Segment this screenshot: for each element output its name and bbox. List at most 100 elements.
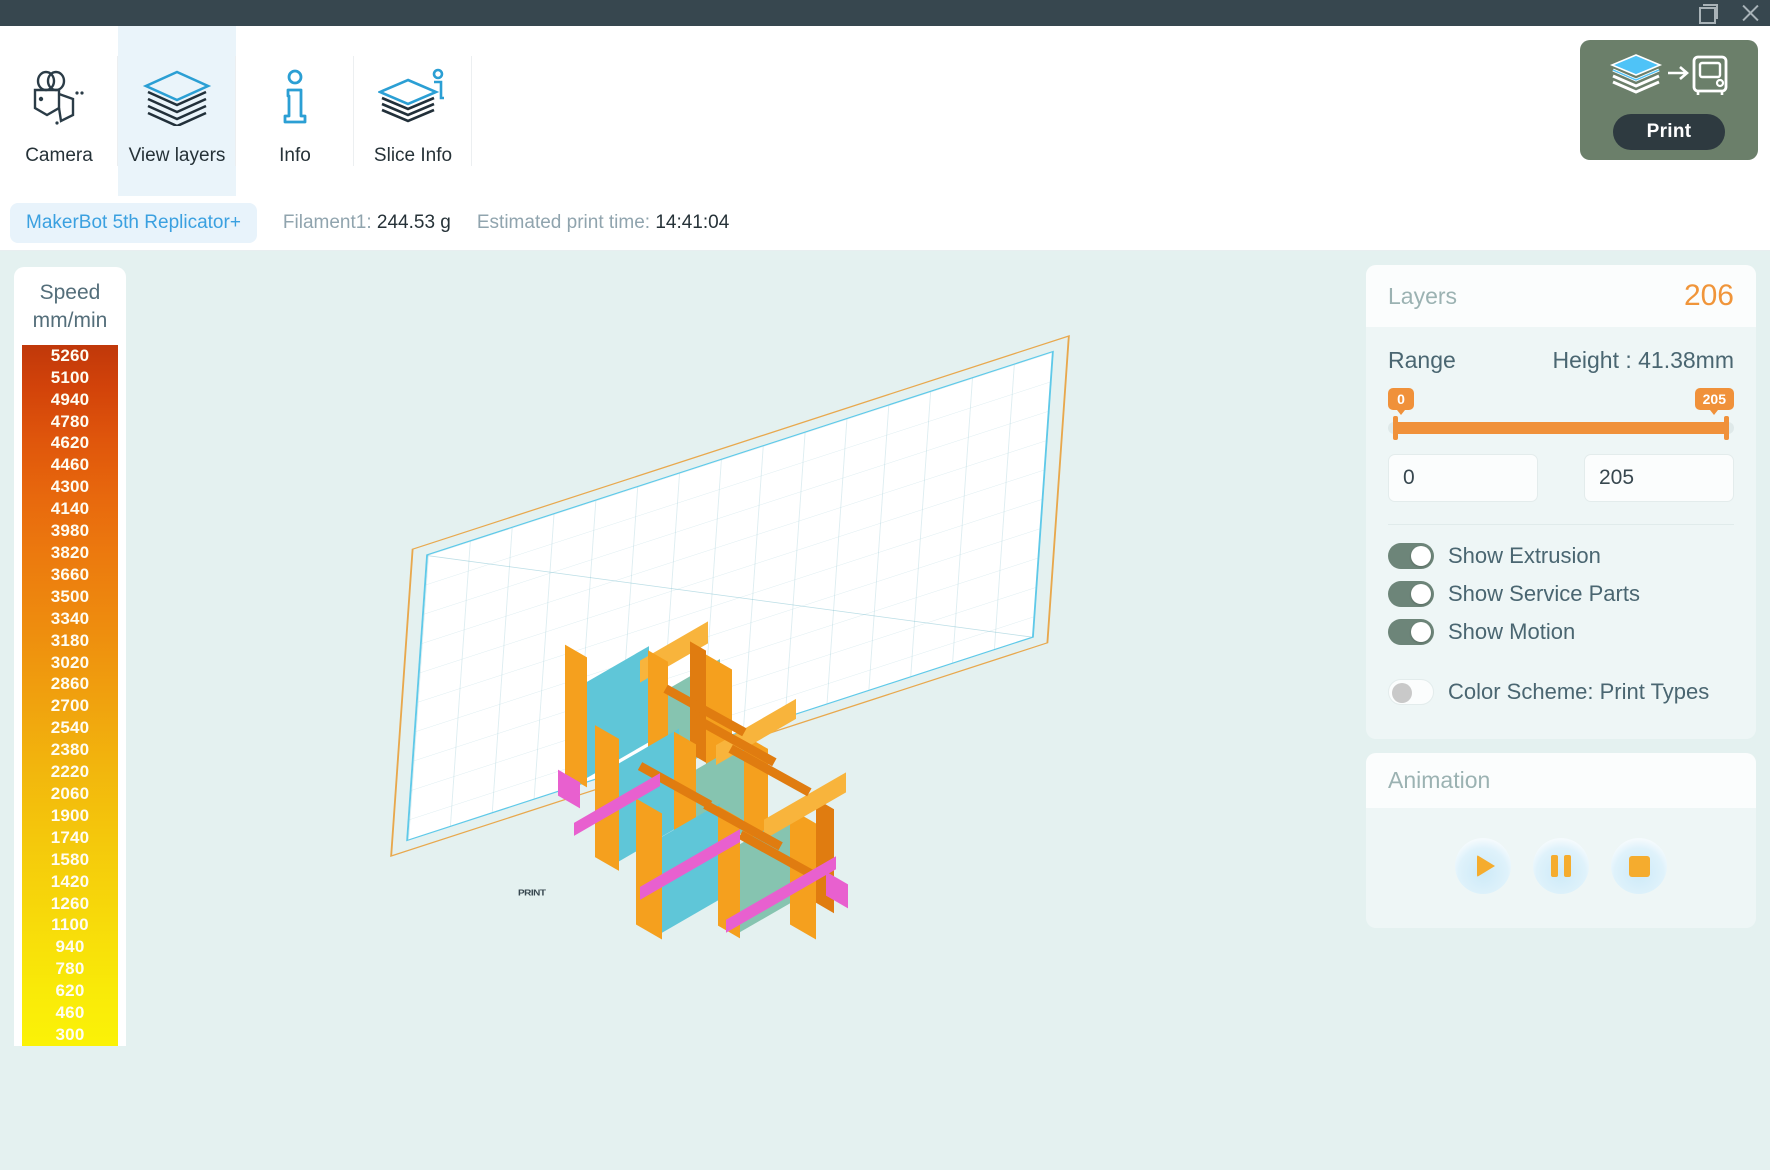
layers-to-printer-icon [1609, 51, 1728, 106]
speed-legend-tick: 5260 [50, 345, 90, 365]
speed-legend-tick: 4140 [50, 499, 90, 519]
toggle-color-scheme[interactable]: Color Scheme: Print Types [1388, 679, 1734, 705]
layer-range-slider[interactable]: 0 205 [1388, 388, 1734, 448]
speed-legend-tick: 780 [55, 959, 85, 979]
pause-button[interactable] [1533, 838, 1589, 894]
toggle-show-motion[interactable]: Show Motion [1388, 619, 1734, 645]
speed-legend-tick: 5100 [50, 367, 90, 387]
main-toolbar: Camera View layers Info Slice Info Print [0, 26, 1770, 196]
range-header: Range Height : 41.38mm [1388, 347, 1734, 374]
speed-legend-tick: 460 [55, 1003, 85, 1023]
window-titlebar [0, 0, 1770, 26]
stop-icon [1628, 855, 1650, 877]
speed-legend-tick: 2380 [50, 740, 90, 760]
layer-range-inputs [1388, 454, 1734, 502]
toggle-spacer [1388, 657, 1734, 679]
close-window-icon[interactable] [1740, 3, 1760, 23]
sliced-model [540, 621, 920, 940]
right-panel: Layers 206 Range Height : 41.38mm 0 205 [1366, 265, 1756, 942]
slider-min-bubble: 0 [1388, 388, 1414, 415]
tool-camera[interactable]: Camera [0, 26, 118, 196]
slider-track-fill [1394, 422, 1728, 434]
show-extrusion-switch[interactable] [1388, 543, 1434, 569]
stop-button[interactable] [1611, 838, 1667, 894]
filament-stat: Filament1: 244.53 g [283, 212, 451, 234]
animation-title: Animation [1388, 767, 1491, 793]
layers-card-header: Layers 206 [1366, 265, 1756, 327]
info-icon [275, 63, 315, 131]
layers-card-body: Range Height : 41.38mm 0 205 0 205 Show … [1366, 327, 1756, 739]
speed-legend-title-line2: mm/min [32, 308, 108, 332]
max-layer-input[interactable] [1584, 454, 1734, 502]
color-scheme-label: Color Scheme: Print Types [1448, 679, 1710, 704]
tool-view-layers[interactable]: View layers [118, 26, 236, 196]
speed-legend-tick: 3340 [50, 608, 90, 628]
speed-legend-tick: 3500 [50, 586, 90, 606]
show-service-parts-switch[interactable] [1388, 581, 1434, 607]
speed-legend-tick: 1420 [50, 871, 90, 891]
speed-legend-tick: 940 [55, 937, 85, 957]
main-area: PRINT Speed mm/min 5260 5100 4940 4780 4… [0, 251, 1770, 1170]
speed-legend-tick: 4940 [50, 389, 90, 409]
speed-legend-tick: 3020 [50, 652, 90, 672]
layers-title: Layers [1388, 282, 1458, 309]
speed-legend-tick: 3980 [50, 521, 90, 541]
layers-icon [142, 63, 212, 131]
speed-legend-tick: 1900 [50, 805, 90, 825]
filament-value: 244.53 g [376, 212, 451, 233]
speed-legend-tick: 300 [55, 1024, 85, 1044]
animation-card: Animation [1366, 753, 1756, 928]
min-layer-input[interactable] [1388, 454, 1538, 502]
height-label: Height : 41.38mm [1552, 347, 1734, 373]
speed-legend-tick: 4300 [50, 477, 90, 497]
tool-slice-info[interactable]: Slice Info [354, 26, 472, 196]
speed-legend-tick: 2220 [50, 762, 90, 782]
speed-legend-title: Speed mm/min [14, 279, 126, 345]
show-motion-label: Show Motion [1448, 619, 1576, 644]
tool-camera-label: Camera [25, 145, 93, 166]
print-time-label: Estimated print time: [476, 212, 651, 233]
printer-chip[interactable]: MakerBot 5th Replicator+ [10, 203, 257, 243]
show-service-parts-label: Show Service Parts [1448, 581, 1640, 606]
speed-legend-tick: 1580 [50, 849, 90, 869]
slice-info-icon [378, 63, 448, 131]
play-icon [1476, 855, 1495, 877]
animation-controls [1366, 808, 1756, 928]
pause-icon [1551, 855, 1571, 877]
print-time-value: 14:41:04 [655, 212, 730, 233]
camera-icon [27, 63, 91, 131]
print-time-stat: Estimated print time: 14:41:04 [477, 212, 729, 234]
tool-info-label: Info [279, 145, 311, 166]
speed-legend-tick: 3660 [50, 564, 90, 584]
slider-min-handle[interactable] [1393, 416, 1398, 440]
speed-legend-title-line1: Speed [39, 281, 101, 304]
slider-max-handle[interactable] [1724, 416, 1729, 440]
speed-legend-tick: 2060 [50, 783, 90, 803]
show-motion-switch[interactable] [1388, 619, 1434, 645]
print-button[interactable]: Print [1580, 40, 1758, 160]
restore-window-icon[interactable] [1698, 3, 1718, 24]
layers-card: Layers 206 Range Height : 41.38mm 0 205 [1366, 265, 1756, 739]
tool-info[interactable]: Info [236, 26, 354, 196]
speed-legend-tick: 4620 [50, 433, 90, 453]
speed-legend-tick: 4780 [50, 411, 90, 431]
speed-legend-tick: 3820 [50, 543, 90, 562]
speed-legend-tick: 1100 [51, 915, 89, 935]
speed-legend-tick: 2540 [50, 718, 90, 738]
show-extrusion-label: Show Extrusion [1448, 543, 1601, 568]
toggle-show-extrusion[interactable]: Show Extrusion [1388, 543, 1734, 569]
animation-card-header: Animation [1366, 753, 1756, 808]
toggle-show-service-parts[interactable]: Show Service Parts [1388, 581, 1734, 607]
filament-label: Filament1: [282, 212, 372, 233]
speed-legend-tick: 1260 [50, 893, 90, 913]
print-button-label: Print [1612, 113, 1726, 150]
speed-legend-tick: 4460 [50, 455, 90, 475]
play-button[interactable] [1455, 838, 1511, 894]
color-scheme-switch[interactable] [1388, 679, 1434, 705]
tool-slice-info-label: Slice Info [373, 145, 453, 166]
speed-legend-tick: 2860 [50, 674, 90, 694]
speed-legend-tick: 2700 [50, 696, 90, 716]
slider-max-bubble: 205 [1694, 388, 1734, 415]
card-divider [1388, 524, 1734, 525]
speed-legend-scale: 5260 5100 4940 4780 4620 4460 4300 4140 3980 3820… [22, 344, 118, 1046]
